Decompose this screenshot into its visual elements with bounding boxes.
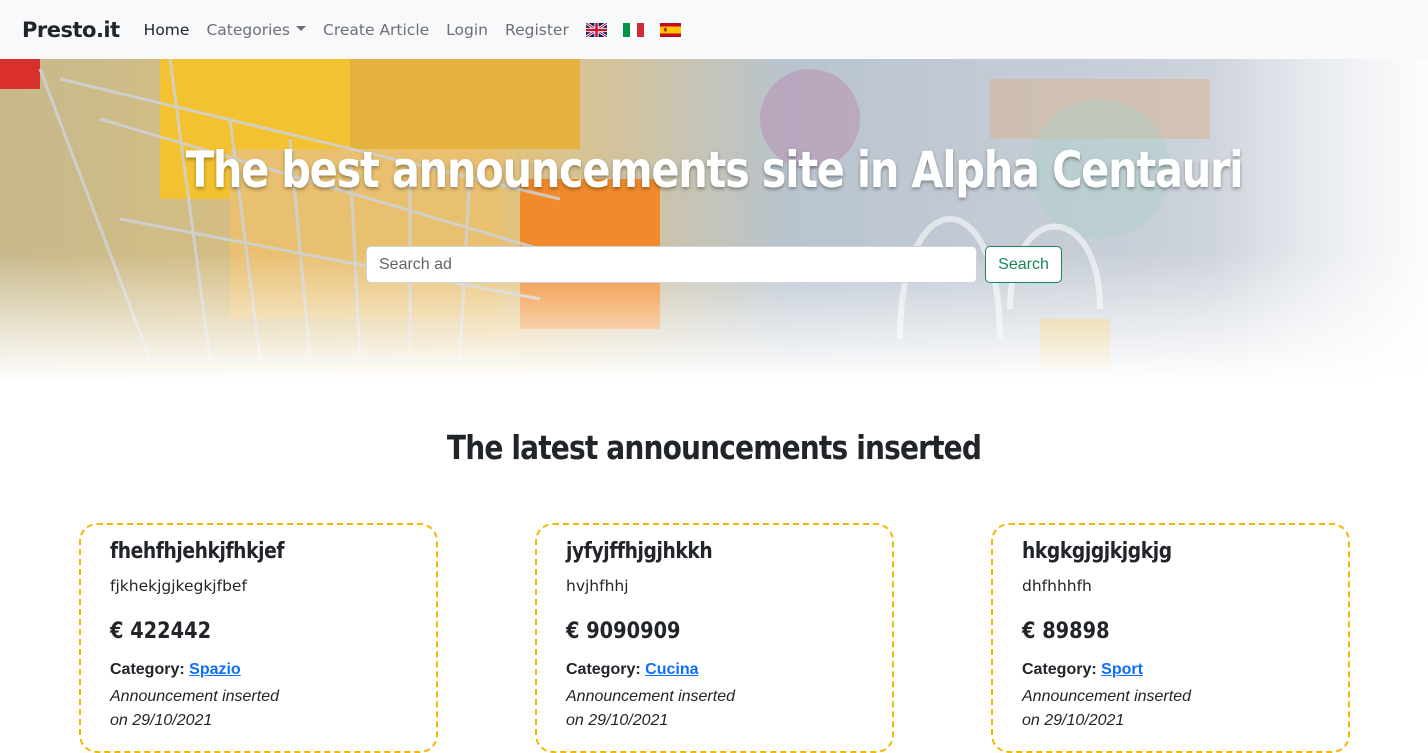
card-category-link[interactable]: Sport (1101, 661, 1143, 678)
nav-categories-dropdown[interactable]: Categories (206, 20, 307, 39)
card-inserted-date: Announcement inserted on 29/10/2021 (566, 685, 776, 733)
card-inserted-date: Announcement inserted on 29/10/2021 (110, 685, 320, 733)
card-inserted-line: Announcement inserted (566, 688, 735, 705)
card-description: hvjhfhhj (566, 577, 629, 595)
card-category: Category: Sport (1022, 661, 1348, 685)
card-description: dhfhhhfh (1022, 577, 1092, 595)
hero-title: The best announcements site in Alpha Cen… (185, 141, 1244, 199)
hero-banner: The best announcements site in Alpha Cen… (0, 59, 1428, 381)
card-category-label: Category: (1022, 661, 1097, 678)
hero-background-image (0, 59, 1428, 381)
section-title: The latest announcements inserted (446, 428, 982, 467)
navbar: Presto.it Home Categories Create Article… (0, 0, 1428, 59)
card-category: Category: Spazio (110, 661, 436, 685)
nav-categories-label: Categories (206, 20, 291, 39)
card-description: fjkhekjgjkegkjfbef (110, 577, 247, 595)
search-button[interactable]: Search (985, 246, 1062, 283)
card-title: hkgkgjgjkjgkjg (1022, 539, 1172, 564)
card-inserted-date-line: on 29/10/2021 (566, 712, 669, 729)
announcement-card: fhehfhjehkjfhkjef fjkhekjgjkegkjfbef € 4… (79, 523, 438, 753)
card-category-link[interactable]: Cucina (645, 661, 698, 678)
card-price: € 9090909 (566, 619, 681, 644)
card-inserted-line: Announcement inserted (1022, 688, 1191, 705)
card-category-label: Category: (566, 661, 641, 678)
nav-create-article[interactable]: Create Article (323, 21, 429, 39)
card-category-link[interactable]: Spazio (189, 661, 241, 678)
nav-register[interactable]: Register (505, 21, 569, 39)
nav-login[interactable]: Login (446, 21, 488, 39)
card-inserted-line: Announcement inserted (110, 688, 279, 705)
card-inserted-date-line: on 29/10/2021 (110, 712, 213, 729)
card-inserted-date-line: on 29/10/2021 (1022, 712, 1125, 729)
announcement-card: hkgkgjgjkjgkjg dhfhhhfh € 89898 Category… (991, 523, 1350, 753)
card-price: € 89898 (1022, 619, 1110, 644)
nav-home[interactable]: Home (144, 21, 190, 39)
card-title: fhehfhjehkjfhkjef (110, 539, 285, 564)
card-price: € 422442 (110, 619, 212, 644)
chevron-down-icon (296, 25, 307, 31)
announcement-card: jyfyjffhjgjhkkh hvjhfhhj € 9090909 Categ… (535, 523, 894, 753)
italy-flag-icon[interactable] (622, 22, 644, 37)
brand-logo[interactable]: Presto.it (22, 18, 120, 42)
card-inserted-date: Announcement inserted on 29/10/2021 (1022, 685, 1232, 733)
card-category: Category: Cucina (566, 661, 892, 685)
uk-flag-icon[interactable] (585, 22, 607, 37)
card-category-label: Category: (110, 661, 185, 678)
spain-flag-icon[interactable] (659, 22, 681, 37)
card-title: jyfyjffhjgjhkkh (566, 539, 713, 564)
search-input[interactable] (366, 246, 977, 283)
